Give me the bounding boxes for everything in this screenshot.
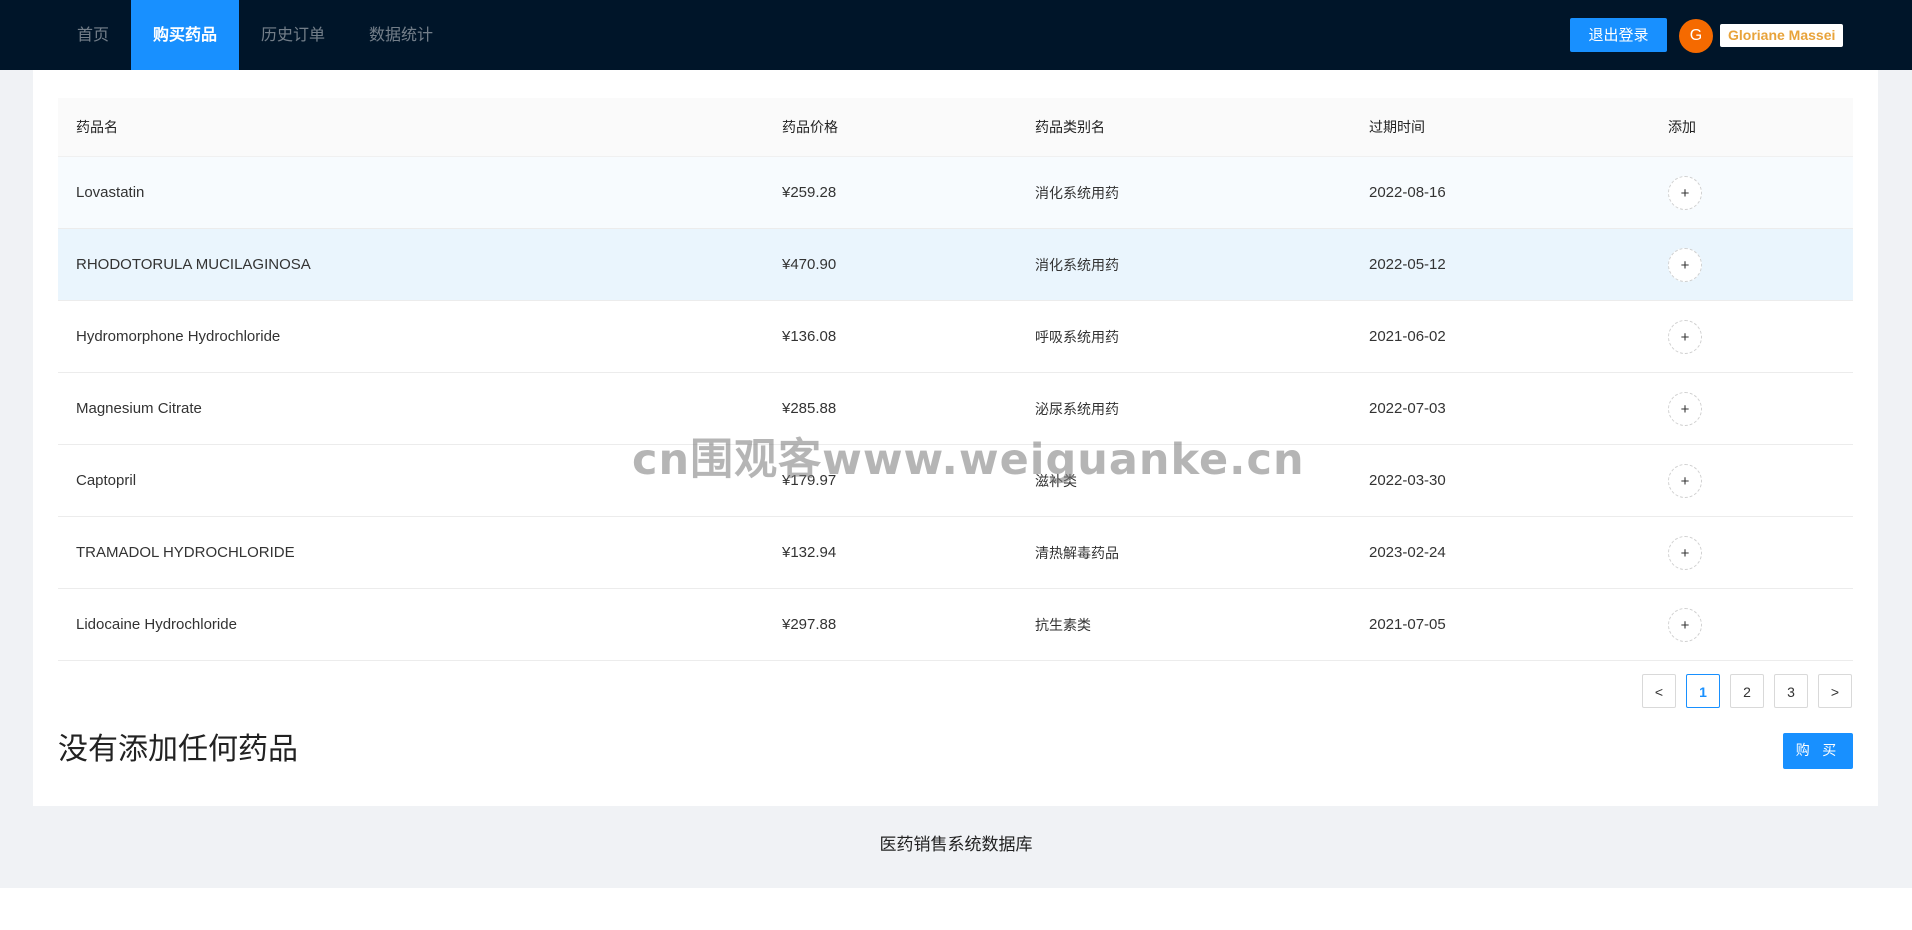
add-to-cart-button[interactable]: + <box>1668 247 1702 282</box>
pagination-prev-button[interactable]: < <box>1642 674 1676 708</box>
medicine-category: 呼吸系统用药 <box>1035 329 1119 346</box>
medicine-table: 药品名 药品价格 药品类别名 过期时间 添加 Lovastatin ¥259.2… <box>58 98 1853 661</box>
table-header-row: 药品名 药品价格 药品类别名 过期时间 添加 <box>58 98 1853 157</box>
medicine-price: ¥259.28 <box>782 184 837 201</box>
watermark: cn围观客www.weiguanke.cn <box>632 435 1305 485</box>
buy-button[interactable]: 购 买 <box>1783 733 1853 769</box>
table-row: Hydromorphone Hydrochloride ¥136.08 呼吸系统… <box>58 301 1853 373</box>
add-to-cart-button[interactable]: + <box>1668 175 1702 210</box>
nav-item-home[interactable]: 首页 <box>55 0 131 70</box>
empty-cart-message: 没有添加任何药品 <box>58 732 298 767</box>
column-header-name: 药品名 <box>76 120 118 136</box>
medicine-name: Magnesium Citrate <box>76 400 202 417</box>
add-to-cart-button[interactable]: + <box>1668 391 1702 426</box>
table-row: RHODOTORULA MUCILAGINOSA ¥470.90 消化系统用药 … <box>58 229 1853 301</box>
medicine-name: Lidocaine Hydrochloride <box>76 616 237 633</box>
medicine-category: 消化系统用药 <box>1035 185 1119 202</box>
nav-item-statistics[interactable]: 数据统计 <box>347 0 455 70</box>
medicine-name: RHODOTORULA MUCILAGINOSA <box>76 256 311 273</box>
column-header-category: 药品类别名 <box>1035 120 1105 136</box>
medicine-expiry: 2022-07-03 <box>1369 400 1446 417</box>
logout-button[interactable]: 退出登录 <box>1570 18 1667 52</box>
medicine-category: 泌尿系统用药 <box>1035 401 1119 418</box>
medicine-price: ¥297.88 <box>782 616 837 633</box>
medicine-expiry: 2021-07-05 <box>1369 616 1446 633</box>
medicine-name: Lovastatin <box>76 184 145 201</box>
medicine-expiry: 2022-08-16 <box>1369 184 1446 201</box>
medicine-price: ¥470.90 <box>782 256 837 273</box>
medicine-price: ¥136.08 <box>782 328 837 345</box>
medicine-expiry: 2023-02-24 <box>1369 544 1446 561</box>
pagination-page-3[interactable]: 3 <box>1774 674 1808 708</box>
medicine-price: ¥132.94 <box>782 544 837 561</box>
footer-text: 医药销售系统数据库 <box>879 835 1033 855</box>
avatar: G <box>1679 19 1713 53</box>
medicine-category: 抗生素类 <box>1035 617 1091 634</box>
add-to-cart-button[interactable]: + <box>1668 319 1702 354</box>
pagination-next-button[interactable]: > <box>1818 674 1852 708</box>
medicine-expiry: 2022-05-12 <box>1369 256 1446 273</box>
table-row: Lovastatin ¥259.28 消化系统用药 2022-08-16 + <box>58 157 1853 229</box>
column-header-expiry: 过期时间 <box>1369 120 1425 136</box>
table-row: Lidocaine Hydrochloride ¥297.88 抗生素类 202… <box>58 589 1853 661</box>
medicine-expiry: 2022-03-30 <box>1369 472 1446 489</box>
medicine-price: ¥285.88 <box>782 400 837 417</box>
pagination-page-2[interactable]: 2 <box>1730 674 1764 708</box>
pagination: < 1 2 3 > <box>1642 674 1852 708</box>
pagination-page-1[interactable]: 1 <box>1686 674 1720 708</box>
add-to-cart-button[interactable]: + <box>1668 535 1702 570</box>
column-header-add: 添加 <box>1668 120 1696 136</box>
top-navbar: 首页 购买药品 历史订单 数据统计 退出登录 G Gloriane Massei <box>0 0 1912 70</box>
main-nav: 首页 购买药品 历史订单 数据统计 <box>55 0 455 70</box>
nav-item-buy-medicine[interactable]: 购买药品 <box>131 0 240 70</box>
add-to-cart-button[interactable]: + <box>1668 607 1702 642</box>
medicine-category: 清热解毒药品 <box>1035 545 1119 562</box>
username-label: Gloriane Massei <box>1720 24 1844 47</box>
medicine-category: 消化系统用药 <box>1035 257 1119 274</box>
medicine-name: Hydromorphone Hydrochloride <box>76 328 281 345</box>
nav-item-order-history[interactable]: 历史订单 <box>239 0 347 70</box>
add-to-cart-button[interactable]: + <box>1668 463 1702 498</box>
table-row: TRAMADOL HYDROCHLORIDE ¥132.94 清热解毒药品 20… <box>58 517 1853 589</box>
medicine-name: TRAMADOL HYDROCHLORIDE <box>76 544 295 561</box>
medicine-expiry: 2021-06-02 <box>1369 328 1446 345</box>
column-header-price: 药品价格 <box>782 120 838 136</box>
